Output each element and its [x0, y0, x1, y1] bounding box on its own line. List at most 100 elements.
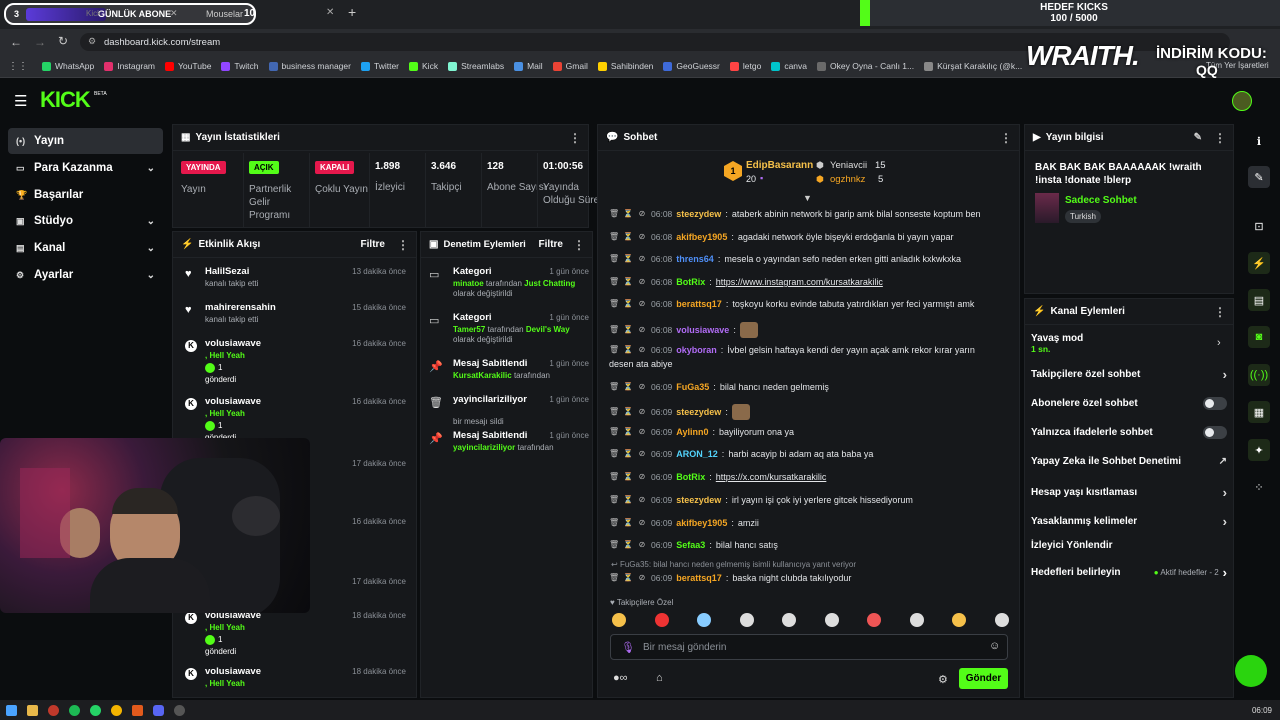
sidebar-item-1[interactable]: ▭ Para Kazanma ⌄	[8, 155, 163, 181]
ban-icon[interactable]: ⊘	[637, 518, 647, 528]
emote-icon[interactable]	[612, 613, 626, 627]
moderation-user[interactable]: Tamer57	[453, 325, 485, 334]
layout-icon[interactable]: ▦	[1248, 401, 1270, 423]
delete-icon[interactable]: 🗑	[609, 540, 619, 550]
chat-username[interactable]: akifbey1905	[676, 518, 727, 528]
active-tab[interactable]: 3 GÜNLÜK ABONE Kick ✕ Mouselar 10	[4, 3, 256, 25]
emote-icon[interactable]	[782, 613, 796, 627]
more-icon[interactable]: ⋮	[397, 238, 409, 252]
menu-icon[interactable]: ☰	[14, 92, 27, 110]
more-icon[interactable]: ⋮	[573, 238, 585, 252]
moderation-target[interactable]: Devil's Way	[526, 325, 570, 334]
sidebar-item-4[interactable]: ▤ Kanal ⌄	[8, 235, 163, 261]
chat-username[interactable]: threns64	[676, 254, 714, 264]
top-gifter-name[interactable]: EdipBasarann	[746, 160, 813, 171]
delete-icon[interactable]: 🗑	[609, 518, 619, 528]
spotify-icon[interactable]	[69, 704, 80, 716]
bookmark-item[interactable]: canva	[767, 61, 811, 71]
chrome-icon[interactable]	[111, 704, 122, 716]
ban-icon[interactable]: ⊘	[637, 382, 647, 392]
reload-icon[interactable]: ↻	[58, 34, 68, 48]
sidebar-item-3[interactable]: ▣ Stüdyo ⌄	[8, 208, 163, 234]
info-icon[interactable]: ℹ	[1248, 130, 1270, 152]
category-name[interactable]: Sadece Sohbet	[1065, 195, 1137, 206]
timeout-icon[interactable]: ⏳	[623, 495, 633, 505]
chat-username[interactable]: steezydew	[676, 495, 721, 505]
ban-icon[interactable]: ⊘	[637, 407, 647, 417]
settings-icon[interactable]: ⚙	[938, 673, 948, 686]
ban-icon[interactable]: ⊘	[637, 573, 647, 583]
folder-icon[interactable]	[27, 704, 38, 716]
timeout-icon[interactable]: ⏳	[623, 209, 633, 219]
timeout-icon[interactable]: ⏳	[623, 345, 633, 355]
emote-icon[interactable]	[909, 613, 924, 627]
lightning-icon[interactable]: ⚡	[1248, 252, 1270, 274]
bookmark-item[interactable]: Sahibinden	[594, 61, 658, 71]
timeout-icon[interactable]: ⏳	[623, 254, 633, 264]
chat-username[interactable]: steezydew	[676, 209, 721, 219]
chat-username[interactable]: volusiawave	[676, 325, 729, 335]
bookmark-item[interactable]: Twitch	[217, 61, 262, 71]
ban-icon[interactable]: ⊘	[637, 325, 647, 335]
whatsapp-icon[interactable]	[90, 704, 101, 716]
forward-icon[interactable]: →	[34, 35, 46, 49]
emote-icon[interactable]	[824, 613, 839, 627]
more-icon[interactable]: ⋮	[569, 131, 581, 145]
bookmark-item[interactable]: Mail	[510, 61, 547, 71]
app-icon[interactable]	[132, 704, 143, 716]
ban-icon[interactable]: ⊘	[637, 495, 647, 505]
app-icon[interactable]	[48, 704, 59, 716]
timeout-icon[interactable]: ⏳	[623, 518, 633, 528]
followers-chat-row[interactable]: Takipçilere özel sohbet ›	[1031, 367, 1227, 382]
close-icon[interactable]: ✕	[326, 7, 334, 18]
timeout-icon[interactable]: ⏳	[623, 325, 633, 335]
emote-chat-toggle[interactable]	[1203, 426, 1227, 439]
bookmark-item[interactable]: WhatsApp	[38, 61, 98, 71]
new-tab-icon[interactable]: +	[348, 4, 356, 20]
delete-icon[interactable]: 🗑	[609, 427, 619, 437]
ban-icon[interactable]: ⊘	[637, 232, 647, 242]
delete-icon[interactable]: 🗑	[609, 449, 619, 459]
kick-logo[interactable]: KICK	[40, 87, 91, 113]
emote-icon[interactable]	[697, 613, 711, 627]
chat-username[interactable]: okyboran	[676, 345, 717, 355]
bookmark-item[interactable]: letgo	[726, 61, 765, 71]
document-icon[interactable]: ▤	[1248, 289, 1270, 311]
ban-icon[interactable]: ⊘	[637, 277, 647, 287]
banned-words-row[interactable]: Yasaklanmış kelimeler ›	[1031, 514, 1227, 529]
apps-icon[interactable]: ⁘	[1248, 476, 1270, 498]
apps-icon[interactable]: ⋮⋮	[8, 61, 28, 72]
more-icon[interactable]: ⋮	[1000, 131, 1012, 145]
bookmark-item[interactable]: Kick	[405, 61, 442, 71]
bookmark-item[interactable]: Streamlabs	[444, 61, 508, 71]
chat-input[interactable]: 🎙 Bir mesaj gönderin ☺	[610, 634, 1008, 660]
account-age-row[interactable]: Hesap yaşı kısıtlaması ›	[1031, 485, 1227, 500]
more-icon[interactable]: ⋮	[1214, 131, 1226, 145]
moderation-user[interactable]: yayincilariziliyor	[453, 443, 515, 452]
chat-username[interactable]: BotRix	[676, 472, 705, 482]
ban-icon[interactable]: ⊘	[637, 449, 647, 459]
delete-icon[interactable]: 🗑	[609, 407, 619, 417]
tab2-label[interactable]: Mouselar	[206, 9, 243, 19]
chat-icon[interactable]: ◙	[1248, 326, 1270, 348]
filter-button[interactable]: Filtre	[539, 239, 563, 250]
filter-button[interactable]: Filtre	[361, 239, 385, 250]
obs-icon[interactable]	[174, 704, 185, 716]
delete-icon[interactable]: 🗑	[609, 325, 619, 335]
edit-icon[interactable]: ✎	[1194, 132, 1202, 143]
emote-icon[interactable]	[739, 613, 754, 627]
goals-row[interactable]: Hedefleri belirleyin ● Aktif hedefler - 2…	[1031, 565, 1227, 580]
timeout-icon[interactable]: ⏳	[623, 540, 633, 550]
ban-icon[interactable]: ⊘	[637, 472, 647, 482]
subs-chat-row[interactable]: Abonelere özel sohbet	[1031, 397, 1227, 410]
wrench-icon[interactable]: ✦	[1248, 439, 1270, 461]
green-fab[interactable]	[1235, 655, 1267, 687]
delete-icon[interactable]: 🗑	[609, 573, 619, 583]
timeout-icon[interactable]: ⏳	[623, 232, 633, 242]
second-gifter-name[interactable]: Yeniavcii	[830, 160, 867, 171]
delete-icon[interactable]: 🗑	[609, 277, 619, 287]
broadcast-icon[interactable]: ((·))	[1248, 364, 1270, 386]
emote-icon[interactable]	[654, 613, 669, 627]
discord-icon[interactable]	[153, 704, 164, 716]
chat-username[interactable]: ARON_12	[676, 449, 718, 459]
